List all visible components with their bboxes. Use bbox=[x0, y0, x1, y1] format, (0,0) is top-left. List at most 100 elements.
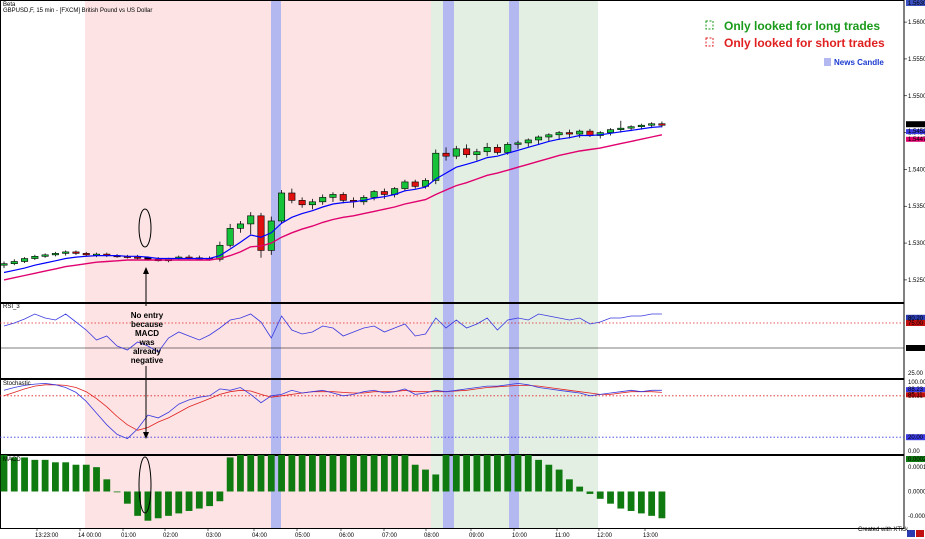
price-label: 1.5250 bbox=[908, 278, 925, 284]
annotation-line-3: MACD bbox=[135, 329, 159, 338]
news-legend-label: News Candle bbox=[834, 58, 884, 67]
macd-bar bbox=[607, 491, 614, 504]
macd-bar bbox=[113, 491, 121, 493]
macd-tag: MACD bbox=[3, 457, 21, 463]
candle bbox=[524, 139, 532, 144]
candle bbox=[41, 254, 49, 257]
annotation-line-6: negative bbox=[131, 356, 164, 365]
candle bbox=[637, 124, 645, 127]
candle bbox=[493, 147, 501, 153]
macd-bar bbox=[452, 455, 460, 492]
macd-bar bbox=[165, 491, 172, 516]
candle bbox=[555, 132, 563, 136]
candle bbox=[10, 261, 18, 264]
news-legend-icon bbox=[824, 58, 831, 66]
macd-bar bbox=[278, 455, 285, 492]
macd-bar bbox=[216, 491, 224, 502]
candle bbox=[658, 123, 666, 126]
macd-bar bbox=[247, 455, 255, 492]
candle bbox=[411, 181, 419, 187]
macd-bar bbox=[237, 455, 244, 492]
candle bbox=[134, 256, 142, 259]
stoch-d-label: 85.11 bbox=[908, 392, 923, 398]
trading-chart: 13:23:00 14 00:00 01:00 02:00 03:00 04:00 05:0… bbox=[0, 0, 925, 539]
candle bbox=[565, 132, 573, 135]
candle bbox=[432, 152, 440, 181]
macd-bar bbox=[329, 455, 337, 492]
macd-label: -0.0001 bbox=[908, 514, 925, 520]
annotation-line-4: was bbox=[138, 338, 155, 347]
macd-bar bbox=[494, 455, 501, 492]
candle bbox=[278, 192, 286, 222]
price-label: 1.5600 bbox=[908, 20, 925, 26]
price-label: 1.5550 bbox=[908, 57, 925, 63]
macd-bar bbox=[175, 491, 183, 514]
macd-bar bbox=[82, 464, 90, 492]
current-price-label: 1.5460 bbox=[908, 122, 925, 128]
macd-bar bbox=[154, 491, 162, 519]
session-zones bbox=[85, 0, 598, 528]
candle bbox=[62, 251, 70, 254]
annotation-line-2: because bbox=[131, 320, 164, 329]
macd-bar bbox=[380, 455, 388, 492]
macd-bar bbox=[401, 455, 409, 492]
candle bbox=[267, 220, 275, 251]
candle bbox=[0, 263, 8, 266]
short-legend-icon bbox=[705, 37, 714, 47]
time-label: 06:00 bbox=[339, 533, 355, 539]
macd-bar bbox=[596, 491, 604, 499]
macd-bar bbox=[442, 455, 450, 492]
macd-bar bbox=[535, 459, 542, 492]
time-label: 09:00 bbox=[469, 533, 485, 539]
macd-bar bbox=[339, 455, 347, 492]
macd-bar bbox=[195, 491, 203, 509]
long-legend-label: Only looked for long trades bbox=[724, 19, 880, 33]
macd-bar bbox=[62, 462, 70, 492]
price-label: 1.5350 bbox=[908, 204, 925, 210]
short-legend-label: Only looked for short trades bbox=[724, 36, 885, 50]
annotation-line-5: already bbox=[133, 347, 162, 356]
legend: Only looked for long trades Only looked … bbox=[705, 19, 885, 67]
candle bbox=[339, 194, 347, 201]
macd-bar bbox=[637, 491, 645, 514]
candle bbox=[627, 126, 635, 129]
fast-ema-label: 1.5452 bbox=[908, 129, 925, 135]
macd-bar bbox=[41, 459, 49, 492]
time-label: 13:00 bbox=[643, 533, 659, 539]
short-zone bbox=[85, 0, 431, 528]
macd-bar bbox=[658, 491, 666, 519]
stoch-label: 100.00 bbox=[908, 380, 925, 386]
price-top-label: 1.5630 bbox=[908, 1, 925, 7]
macd-bar bbox=[411, 464, 419, 492]
news-candle-band-2 bbox=[443, 0, 454, 528]
candle bbox=[308, 201, 316, 206]
candle bbox=[21, 258, 29, 262]
price-label: 1.5300 bbox=[908, 241, 925, 247]
macd-bar bbox=[463, 455, 470, 492]
candle bbox=[319, 197, 327, 203]
price-label: 1.5400 bbox=[908, 167, 925, 173]
candle bbox=[329, 194, 337, 198]
macd-bar bbox=[617, 491, 625, 509]
time-label: 08:00 bbox=[424, 533, 440, 539]
macd-bar bbox=[72, 464, 80, 492]
time-label: 12:00 bbox=[597, 533, 613, 539]
macd-bar bbox=[360, 455, 368, 492]
candle bbox=[72, 251, 80, 254]
macd-bar bbox=[576, 486, 584, 492]
candle bbox=[607, 129, 615, 133]
macd-bar bbox=[586, 491, 594, 494]
candle bbox=[247, 215, 255, 225]
main-header: GBPUSD,F, 15 min - [FXCM] British Pound … bbox=[3, 8, 152, 14]
candle bbox=[514, 142, 522, 145]
candle bbox=[545, 134, 553, 138]
macd-bar bbox=[555, 469, 563, 492]
macd-bar bbox=[309, 455, 316, 492]
candle bbox=[236, 223, 244, 229]
candle bbox=[483, 147, 491, 153]
candle bbox=[648, 123, 656, 126]
macd-bar bbox=[93, 467, 100, 492]
candle bbox=[442, 152, 450, 157]
stochastic-tag: Stochastic bbox=[3, 381, 31, 387]
candle bbox=[380, 191, 388, 195]
